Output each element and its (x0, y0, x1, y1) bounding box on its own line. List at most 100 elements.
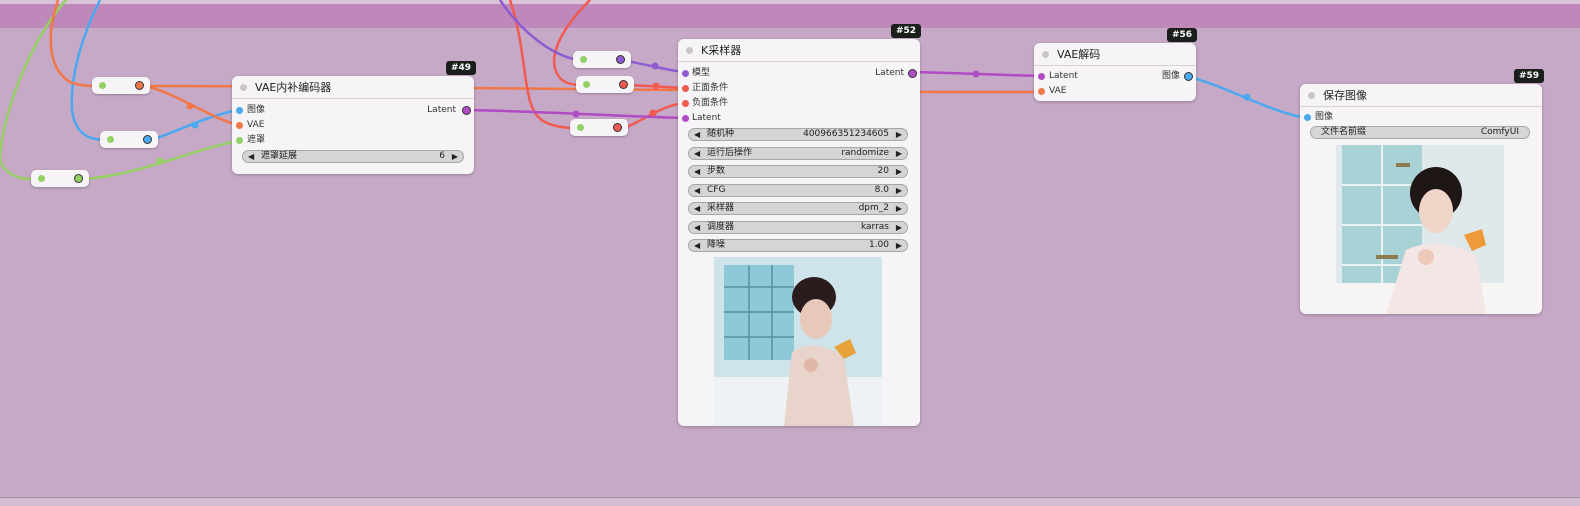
widget-label: 采样器 (707, 203, 735, 213)
widget-value: 1.00 (868, 240, 889, 250)
reroute-input-dot[interactable] (583, 81, 590, 88)
output-latent-port[interactable] (909, 70, 916, 77)
input-positive-port[interactable] (682, 85, 689, 92)
wire-image-upper (70, 0, 107, 142)
reroute-input-dot[interactable] (38, 175, 45, 182)
node-id-badge: #49 (446, 61, 477, 75)
collapse-dot-icon[interactable] (1308, 91, 1315, 99)
decrement-arrow-icon[interactable]: ◀ (694, 129, 700, 140)
node-title-bar[interactable]: VAE解码 (1034, 43, 1196, 66)
decrement-arrow-icon[interactable]: ◀ (694, 185, 700, 196)
input-image-port[interactable] (1304, 114, 1311, 121)
increment-arrow-icon[interactable]: ▶ (896, 222, 902, 233)
input-model-label: 模型 (692, 68, 711, 78)
output-latent-port[interactable] (463, 107, 470, 114)
denoise-widget[interactable]: ◀ 降噪 1.00 ▶ (688, 239, 908, 252)
node-id-badge: #56 (1167, 28, 1198, 42)
input-vae-port[interactable] (1038, 88, 1045, 95)
steps-widget[interactable]: ◀ 步数 20 ▶ (688, 165, 908, 178)
increment-arrow-icon[interactable]: ▶ (452, 151, 458, 162)
widget-label: 运行后操作 (707, 148, 753, 158)
output-image-port[interactable] (1185, 73, 1192, 80)
input-vae-port[interactable] (236, 122, 243, 129)
reroute-vae[interactable] (92, 77, 150, 94)
mask-grow-widget[interactable]: ◀ 遮罩延展 6 ▶ (242, 150, 464, 163)
node-title-bar[interactable]: K采样器 (678, 39, 920, 62)
seed-widget[interactable]: ◀ 随机种 400966351234605 ▶ (688, 128, 908, 141)
cfg-widget[interactable]: ◀ CFG 8.0 ▶ (688, 184, 908, 197)
reroute-output-dot[interactable] (620, 81, 627, 88)
node-title-bar[interactable]: VAE内补编码器 (232, 76, 474, 99)
decrement-arrow-icon[interactable]: ◀ (694, 148, 700, 159)
input-model-port[interactable] (682, 70, 689, 77)
widget-value: randomize (841, 148, 889, 158)
output-image-label: 图像 (1161, 71, 1180, 81)
input-mask-label: 遮罩 (247, 135, 266, 145)
increment-arrow-icon[interactable]: ▶ (896, 148, 902, 159)
output-latent-label: Latent (427, 105, 456, 115)
increment-arrow-icon[interactable]: ▶ (896, 166, 902, 177)
saved-image-preview (1336, 145, 1504, 314)
saved-image-illustration (1336, 145, 1504, 314)
reroute-input-dot[interactable] (99, 82, 106, 89)
input-image-port[interactable] (236, 107, 243, 114)
increment-arrow-icon[interactable]: ▶ (896, 185, 902, 196)
preview-illustration (714, 257, 882, 426)
reroute-mask[interactable] (31, 170, 89, 187)
node-title: VAE解码 (1057, 48, 1101, 61)
input-positive-label: 正面条件 (692, 83, 729, 93)
reroute-positive[interactable] (576, 76, 634, 93)
save-image-node[interactable]: 保存图像 图像 文件名前缀 ComfyUI (1300, 84, 1542, 314)
input-negative-label: 负面条件 (692, 98, 729, 108)
node-id-badge: #52 (891, 24, 922, 38)
latent-preview-image (714, 257, 882, 426)
reroute-output-dot[interactable] (136, 82, 143, 89)
reroute-output-dot[interactable] (614, 124, 621, 131)
reroute-input-dot[interactable] (107, 136, 114, 143)
decrement-arrow-icon[interactable]: ◀ (694, 166, 700, 177)
collapse-dot-icon[interactable] (240, 83, 247, 91)
increment-arrow-icon[interactable]: ▶ (896, 240, 902, 251)
wire-positive-upper (552, 0, 591, 87)
reroute-output-dot[interactable] (617, 56, 624, 63)
input-latent-port[interactable] (1038, 73, 1045, 80)
reroute-negative[interactable] (570, 119, 628, 136)
vae-inpaint-encoder-node[interactable]: VAE内补编码器 图像 VAE 遮罩 Latent ◀ 遮罩延展 6 ▶ (232, 76, 474, 174)
input-negative-port[interactable] (682, 100, 689, 107)
node-title-bar[interactable]: 保存图像 (1300, 84, 1542, 107)
widget-value: 20 (877, 166, 889, 176)
reroute-input-dot[interactable] (580, 56, 587, 63)
input-image-label: 图像 (247, 105, 266, 115)
collapse-dot-icon[interactable] (686, 46, 693, 54)
node-title: 保存图像 (1323, 89, 1367, 102)
widget-value: dpm_2 (858, 203, 889, 213)
sampler-widget[interactable]: ◀ 采样器 dpm_2 ▶ (688, 202, 908, 215)
increment-arrow-icon[interactable]: ▶ (896, 203, 902, 214)
input-image-label: 图像 (1315, 112, 1334, 122)
ksampler-node[interactable]: K采样器 模型 正面条件 负面条件 Latent Latent ◀ 随机种 40… (678, 39, 920, 426)
input-latent-port[interactable] (682, 115, 689, 122)
widget-value: 6 (439, 151, 445, 161)
widget-label: 步数 (707, 166, 726, 176)
increment-arrow-icon[interactable]: ▶ (896, 129, 902, 140)
decrement-arrow-icon[interactable]: ◀ (248, 151, 254, 162)
reroute-model[interactable] (573, 51, 631, 68)
node-title: K采样器 (701, 44, 742, 57)
collapse-dot-icon[interactable] (1042, 50, 1049, 58)
reroute-output-dot[interactable] (144, 136, 151, 143)
widget-value: 8.0 (874, 185, 889, 195)
reroute-input-dot[interactable] (577, 124, 584, 131)
widget-value: karras (860, 222, 889, 232)
filename-prefix-widget[interactable]: 文件名前缀 ComfyUI (1310, 126, 1530, 139)
widget-label: 随机种 (707, 129, 735, 139)
decrement-arrow-icon[interactable]: ◀ (694, 222, 700, 233)
input-mask-port[interactable] (236, 137, 243, 144)
decrement-arrow-icon[interactable]: ◀ (694, 203, 700, 214)
vae-decode-node[interactable]: VAE解码 Latent VAE 图像 (1034, 43, 1196, 101)
decrement-arrow-icon[interactable]: ◀ (694, 240, 700, 251)
reroute-output-dot[interactable] (75, 175, 82, 182)
reroute-image[interactable] (100, 131, 158, 148)
control-after-generate-widget[interactable]: ◀ 运行后操作 randomize ▶ (688, 147, 908, 160)
scheduler-widget[interactable]: ◀ 调度器 karras ▶ (688, 221, 908, 234)
widget-label: 文件名前缀 (1321, 127, 1367, 137)
